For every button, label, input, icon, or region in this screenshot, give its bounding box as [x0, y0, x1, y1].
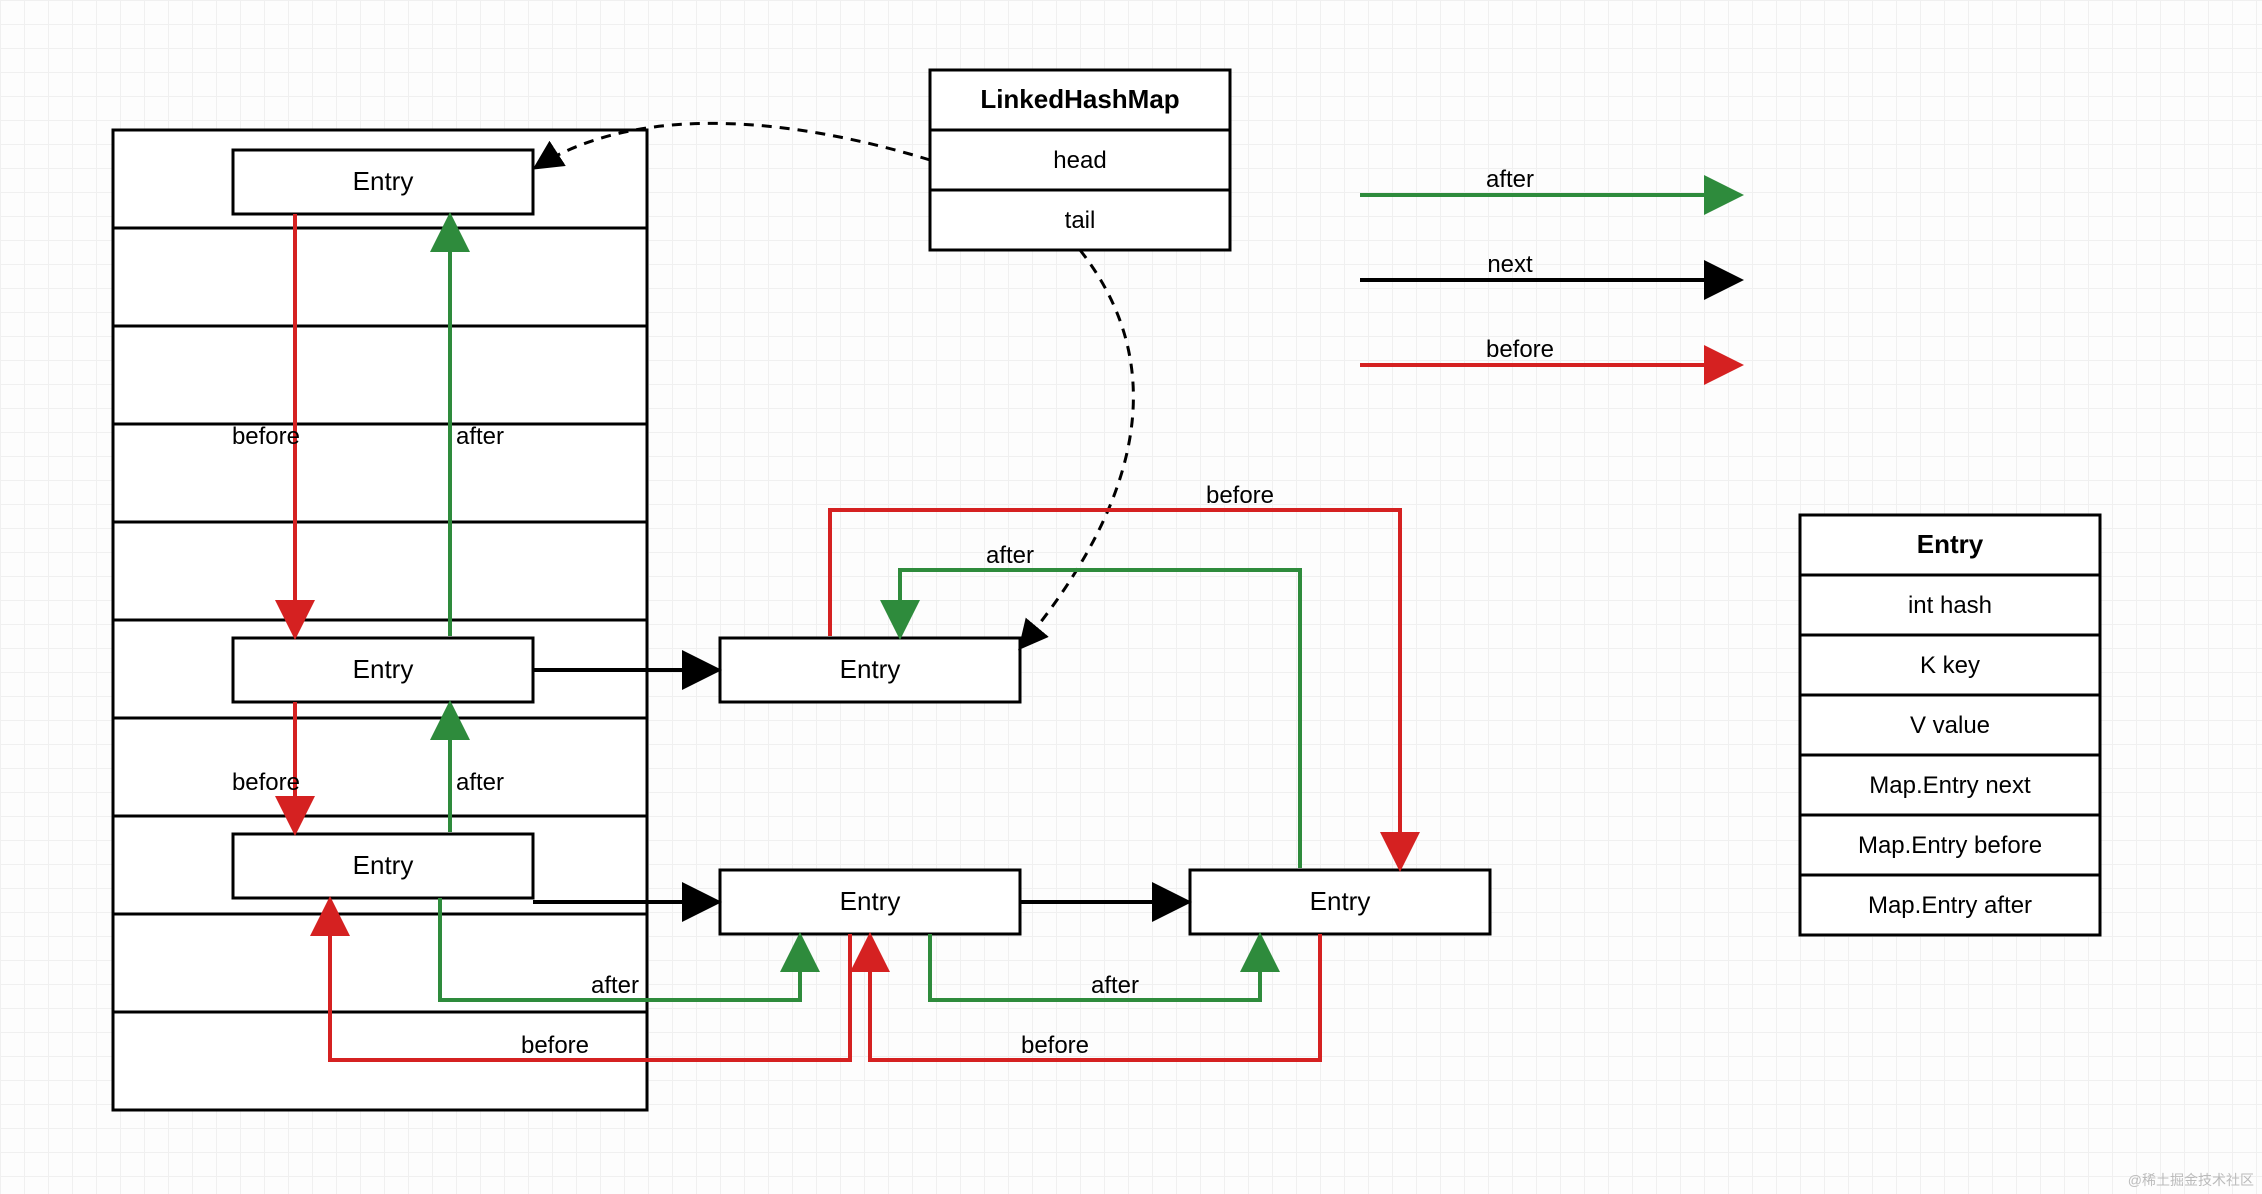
- edge-label-after: after: [591, 972, 639, 999]
- edge-label-after: after: [986, 542, 1034, 569]
- entry-field-3: Map.Entry next: [1869, 772, 2031, 799]
- entry-box-mid-right: Entry: [720, 638, 1020, 702]
- edge-label-after: after: [1091, 972, 1139, 999]
- edge-label-after: after: [456, 423, 504, 450]
- edge-label-before: before: [232, 769, 300, 796]
- entry-label: Entry: [1310, 886, 1371, 916]
- lhm-tail: tail: [1065, 207, 1096, 234]
- entry-field-5: Map.Entry after: [1868, 892, 2032, 919]
- entry-label: Entry: [840, 654, 901, 684]
- entry-label: Entry: [840, 886, 901, 916]
- after-edge: [900, 570, 1300, 868]
- watermark: @稀土掘金技术社区: [2128, 1170, 2254, 1190]
- entry-field-1: K key: [1920, 652, 1980, 679]
- entry-field-0: int hash: [1908, 592, 1992, 619]
- entry-box-bot-left: Entry: [233, 834, 533, 898]
- linkedhashmap-box: LinkedHashMap head tail: [930, 70, 1230, 250]
- edge-label-before: before: [1021, 1032, 1089, 1059]
- legend-before-label: before: [1486, 336, 1554, 363]
- entry-box-top-left: Entry: [233, 150, 533, 214]
- legend-next-label: next: [1487, 251, 1533, 278]
- entry-box-low-right: Entry: [1190, 870, 1490, 934]
- lhm-head: head: [1053, 147, 1106, 174]
- entry-field-2: V value: [1910, 712, 1990, 739]
- entry-box-mid-left: Entry: [233, 638, 533, 702]
- entry-struct-title: Entry: [1917, 529, 1984, 559]
- entry-label: Entry: [353, 166, 414, 196]
- legend: after next before: [1360, 166, 1740, 365]
- diagram-canvas: Entry Entry Entry Entry Entry Entry Link…: [0, 0, 2262, 1194]
- edge-label-after: after: [456, 769, 504, 796]
- entry-box-low-mid: Entry: [720, 870, 1020, 934]
- edge-label-before: before: [521, 1032, 589, 1059]
- entry-label: Entry: [353, 654, 414, 684]
- entry-label: Entry: [353, 850, 414, 880]
- dashed-tail-arrow: [1020, 250, 1133, 648]
- entry-struct: Entry int hash K key V value Map.Entry n…: [1800, 515, 2100, 935]
- edge-label-before: before: [1206, 482, 1274, 509]
- edge-label-before: before: [232, 423, 300, 450]
- legend-after-label: after: [1486, 166, 1534, 193]
- lhm-title: LinkedHashMap: [980, 84, 1179, 114]
- entry-field-4: Map.Entry before: [1858, 832, 2042, 859]
